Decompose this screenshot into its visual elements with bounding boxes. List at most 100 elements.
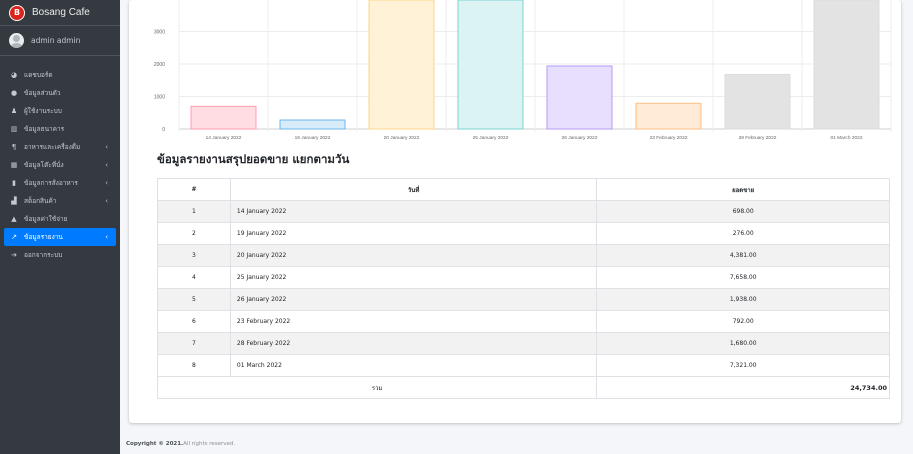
- dashboard-icon: ◕: [10, 71, 18, 79]
- report-card: 0 1000 2000 3000 14 January 2022 19 January 2…: [129, 0, 901, 423]
- row-index: 2: [157, 222, 231, 245]
- report-title: ข้อมูลรายงานสรุปยอดขาย แยกตามวัน: [157, 152, 350, 166]
- chevron-left-icon: ‹: [105, 197, 108, 205]
- user-icon: ●: [10, 89, 18, 97]
- row-index: 8: [157, 354, 231, 377]
- user-panel[interactable]: admin admin: [0, 26, 120, 56]
- stock-icon: ▟: [11, 197, 17, 205]
- sidebar-item-5[interactable]: ▦ ข้อมูลโต๊ะที่นั่ง ‹: [4, 156, 116, 174]
- chart-bar: [724, 73, 791, 130]
- sidebar-item-2[interactable]: ♟ ผู้ใช้งานระบบ: [4, 102, 116, 120]
- row-sales: 7,321.00: [596, 354, 890, 377]
- table-row: 8 01 March 2022 7,321.00: [157, 354, 890, 377]
- chevron-left-icon: ‹: [105, 143, 108, 151]
- row-date: 25 January 2022: [229, 266, 598, 289]
- chart-bar: [635, 102, 702, 130]
- row-date: 26 January 2022: [229, 288, 598, 311]
- x-tick-label: 20 January 2022: [384, 135, 420, 141]
- sidebar-item-label: ข้อมูลธนาคาร: [24, 125, 65, 133]
- row-sales: 698.00: [596, 200, 890, 223]
- row-sales: 276.00: [596, 222, 890, 245]
- table-row: 3 20 January 2022 4,381.00: [157, 244, 890, 267]
- row-sales: 1,938.00: [596, 288, 890, 311]
- row-date: 28 February 2022: [229, 332, 598, 355]
- total-label: รวม: [156, 376, 598, 399]
- y-tick-label: 2000: [154, 62, 165, 68]
- x-tick-label: 01 March 2022: [831, 135, 863, 141]
- sidebar-item-4[interactable]: ¶ อาหารและเครื่องดื่ม ‹: [4, 138, 116, 156]
- row-sales: 7,658.00: [596, 266, 890, 289]
- report-icon: ↗: [11, 233, 17, 241]
- row-date: 23 February 2022: [229, 310, 598, 333]
- row-index: 4: [157, 266, 231, 289]
- row-date: 01 March 2022: [229, 354, 598, 377]
- chevron-left-icon: ‹: [105, 161, 108, 169]
- sidebar-item-6[interactable]: ▮ ข้อมูลการสั่งอาหาร ‹: [4, 174, 116, 192]
- sidebar-item-label: ข้อมูลส่วนตัว: [24, 89, 61, 97]
- table-total-row: รวม 24,734.00: [156, 376, 890, 399]
- logout-icon: ➔: [11, 251, 17, 259]
- x-tick-label: 19 January 2022: [295, 135, 331, 141]
- table-row: 2 19 January 2022 276.00: [157, 222, 890, 245]
- row-sales: 4,381.00: [596, 244, 890, 267]
- footer-copyright: Copyright © 2021.: [126, 440, 184, 447]
- chevron-left-icon: ‹: [105, 233, 108, 241]
- chart-bar: [279, 119, 346, 130]
- chart-bar: [813, 0, 880, 130]
- sidebar-item-label: ข้อมูลการสั่งอาหาร: [24, 179, 78, 187]
- sidebar-nav: ◕ แดชบอร์ด ● ข้อมูลส่วนตัว ♟ ผู้ใช้งานระบบ ▥ ข้…: [0, 66, 120, 264]
- row-date: 14 January 2022: [229, 200, 598, 223]
- x-tick-label: 23 February 2022: [650, 135, 688, 141]
- sidebar-item-8[interactable]: ▲ ข้อมูลค่าใช้จ่าย: [4, 210, 116, 228]
- sidebar-item-label: ข้อมูลรายงาน: [24, 233, 63, 241]
- sidebar-item-0[interactable]: ◕ แดชบอร์ด: [4, 66, 116, 84]
- report-table: # วันที่ ยอดขาย 1 14 January 2022 698.00 2 1…: [156, 178, 890, 399]
- x-tick-label: 28 February 2022: [739, 135, 777, 141]
- table-row: 6 23 February 2022 792.00: [157, 310, 890, 333]
- chart-bar: [546, 65, 613, 130]
- sidebar-item-label: อาหารและเครื่องดื่ม: [24, 143, 81, 151]
- chart-bar: [190, 105, 257, 130]
- table-body: 1 14 January 2022 698.00 2 19 January 2022 27…: [157, 200, 890, 377]
- row-index: 3: [157, 244, 231, 267]
- sidebar: B Bosang Cafe admin admin ◕ แดชบอร์ด ● ข้อม…: [0, 0, 120, 454]
- row-date: 19 January 2022: [229, 222, 598, 245]
- y-tick-label: 3000: [154, 30, 165, 36]
- table-row: 5 26 January 2022 1,938.00: [157, 288, 890, 311]
- x-tick-label: 25 January 2022: [473, 135, 509, 141]
- table-icon: ▦: [10, 161, 18, 169]
- row-date: 20 January 2022: [229, 244, 598, 267]
- row-index: 1: [157, 200, 231, 223]
- table-row: 4 25 January 2022 7,658.00: [157, 266, 890, 289]
- row-sales: 792.00: [596, 310, 890, 333]
- sidebar-item-label: แดชบอร์ด: [24, 71, 53, 79]
- sidebar-item-label: ข้อมูลโต๊ะที่นั่ง: [24, 161, 64, 169]
- table-row: 1 14 January 2022 698.00: [157, 200, 890, 223]
- header-sales: ยอดขาย: [596, 178, 890, 201]
- brand-logo: B: [9, 4, 25, 21]
- sidebar-item-9[interactable]: ↗ ข้อมูลรายงาน ‹: [4, 228, 116, 246]
- header-index: #: [157, 178, 231, 201]
- row-sales: 1,680.00: [596, 332, 890, 355]
- sidebar-item-1[interactable]: ● ข้อมูลส่วนตัว: [4, 84, 116, 102]
- sidebar-item-7[interactable]: ▟ สต็อกสินค้า ‹: [4, 192, 116, 210]
- utensils-icon: ¶: [11, 143, 17, 151]
- row-index: 5: [157, 288, 231, 311]
- sidebar-item-3[interactable]: ▥ ข้อมูลธนาคาร: [4, 120, 116, 138]
- sidebar-item-label: ออกจากระบบ: [24, 251, 63, 259]
- footer-rights: All rights reserved.: [183, 440, 236, 447]
- chart-bar: [368, 0, 435, 130]
- sidebar-item-label: สต็อกสินค้า: [24, 197, 57, 205]
- total-value: 24,734.00: [596, 376, 890, 399]
- x-tick-label: 14 January 2022: [206, 135, 242, 141]
- x-tick-label: 26 January 2022: [562, 135, 598, 141]
- brand[interactable]: B Bosang Cafe: [0, 0, 120, 26]
- brand-name: Bosang Cafe: [32, 7, 90, 18]
- sidebar-item-label: ผู้ใช้งานระบบ: [24, 107, 62, 115]
- sidebar-item-label: ข้อมูลค่าใช้จ่าย: [24, 215, 68, 223]
- header-date: วันที่: [229, 178, 598, 201]
- sidebar-item-10[interactable]: ➔ ออกจากระบบ: [4, 246, 116, 264]
- chevron-left-icon: ‹: [105, 179, 108, 187]
- y-tick-label: 1000: [154, 95, 165, 101]
- bank-icon: ▥: [10, 125, 18, 133]
